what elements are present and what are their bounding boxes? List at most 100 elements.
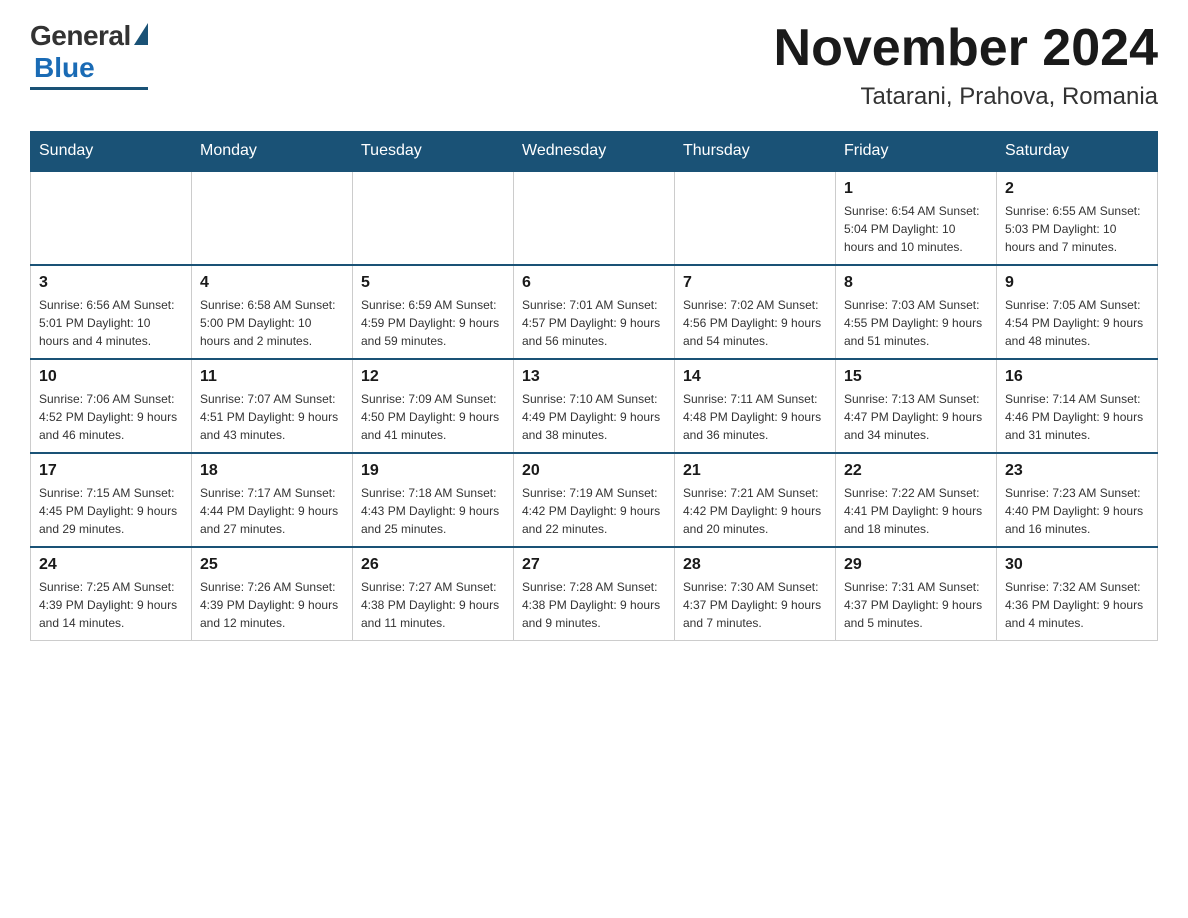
- calendar-cell: 23 Sunrise: 7:23 AM Sunset: 4:40 PM Dayli…: [997, 453, 1158, 547]
- day-info: Sunrise: 7:10 AM Sunset: 4:49 PM Dayligh…: [522, 390, 666, 444]
- calendar-cell: 21 Sunrise: 7:21 AM Sunset: 4:42 PM Dayli…: [675, 453, 836, 547]
- day-number: 10: [39, 368, 183, 386]
- calendar-cell: 22 Sunrise: 7:22 AM Sunset: 4:41 PM Dayli…: [836, 453, 997, 547]
- day-info: Sunrise: 7:07 AM Sunset: 4:51 PM Dayligh…: [200, 390, 344, 444]
- day-info: Sunrise: 6:59 AM Sunset: 4:59 PM Dayligh…: [361, 296, 505, 350]
- calendar-cell: 12Sunrise: 7:09 AM Sunset: 4:50 PM Dayli…: [353, 359, 514, 453]
- calendar-cell: 13 Sunrise: 7:10 AM Sunset: 4:49 PM Dayli…: [514, 359, 675, 453]
- calendar-header-tuesday: Tuesday: [353, 132, 514, 172]
- day-info: Sunrise: 7:28 AM Sunset: 4:38 PM Dayligh…: [522, 578, 666, 632]
- day-number: 21: [683, 462, 827, 480]
- calendar-cell: 18Sunrise: 7:17 AM Sunset: 4:44 PM Dayli…: [192, 453, 353, 547]
- calendar-cell: 25 Sunrise: 7:26 AM Sunset: 4:39 PM Dayli…: [192, 547, 353, 641]
- day-number: 2: [1005, 180, 1149, 198]
- day-number: 16: [1005, 368, 1149, 386]
- page-header: General Blue November 2024 Tatarani, Pra…: [30, 20, 1158, 111]
- calendar-header-monday: Monday: [192, 132, 353, 172]
- calendar-cell: 4 Sunrise: 6:58 AM Sunset: 5:00 PM Daylig…: [192, 265, 353, 359]
- day-info: Sunrise: 7:26 AM Sunset: 4:39 PM Dayligh…: [200, 578, 344, 632]
- calendar-cell: 8 Sunrise: 7:03 AM Sunset: 4:55 PM Daylig…: [836, 265, 997, 359]
- calendar-cell: 7Sunrise: 7:02 AM Sunset: 4:56 PM Daylig…: [675, 265, 836, 359]
- day-number: 30: [1005, 556, 1149, 574]
- day-number: 23: [1005, 462, 1149, 480]
- day-number: 4: [200, 274, 344, 292]
- day-number: 27: [522, 556, 666, 574]
- calendar-cell: [353, 171, 514, 265]
- day-number: 15: [844, 368, 988, 386]
- day-number: 8: [844, 274, 988, 292]
- calendar-cell: 9 Sunrise: 7:05 AM Sunset: 4:54 PM Daylig…: [997, 265, 1158, 359]
- calendar-cell: 2Sunrise: 6:55 AM Sunset: 5:03 PM Daylig…: [997, 171, 1158, 265]
- day-number: 26: [361, 556, 505, 574]
- calendar-cell: 28 Sunrise: 7:30 AM Sunset: 4:37 PM Dayli…: [675, 547, 836, 641]
- day-info: Sunrise: 7:15 AM Sunset: 4:45 PM Dayligh…: [39, 484, 183, 538]
- day-info: Sunrise: 7:30 AM Sunset: 4:37 PM Dayligh…: [683, 578, 827, 632]
- day-info: Sunrise: 7:22 AM Sunset: 4:41 PM Dayligh…: [844, 484, 988, 538]
- calendar-header-thursday: Thursday: [675, 132, 836, 172]
- day-info: Sunrise: 7:18 AM Sunset: 4:43 PM Dayligh…: [361, 484, 505, 538]
- day-info: Sunrise: 6:58 AM Sunset: 5:00 PM Dayligh…: [200, 296, 344, 350]
- day-info: Sunrise: 7:03 AM Sunset: 4:55 PM Dayligh…: [844, 296, 988, 350]
- day-number: 1: [844, 180, 988, 198]
- calendar-header-row: SundayMondayTuesdayWednesdayThursdayFrid…: [31, 132, 1158, 172]
- calendar-cell: 14Sunrise: 7:11 AM Sunset: 4:48 PM Dayli…: [675, 359, 836, 453]
- logo-triangle-icon: [134, 23, 148, 45]
- day-number: 13: [522, 368, 666, 386]
- day-info: Sunrise: 7:19 AM Sunset: 4:42 PM Dayligh…: [522, 484, 666, 538]
- day-info: Sunrise: 7:23 AM Sunset: 4:40 PM Dayligh…: [1005, 484, 1149, 538]
- calendar-cell: 6Sunrise: 7:01 AM Sunset: 4:57 PM Daylig…: [514, 265, 675, 359]
- calendar-cell: 17 Sunrise: 7:15 AM Sunset: 4:45 PM Dayli…: [31, 453, 192, 547]
- day-number: 9: [1005, 274, 1149, 292]
- logo-blue-text: Blue: [34, 52, 95, 84]
- day-info: Sunrise: 6:54 AM Sunset: 5:04 PM Dayligh…: [844, 202, 988, 256]
- day-number: 3: [39, 274, 183, 292]
- location-title: Tatarani, Prahova, Romania: [774, 83, 1158, 111]
- calendar-cell: 1 Sunrise: 6:54 AM Sunset: 5:04 PM Daylig…: [836, 171, 997, 265]
- logo-general-text: General: [30, 20, 131, 52]
- calendar-week-row: 24Sunrise: 7:25 AM Sunset: 4:39 PM Dayli…: [31, 547, 1158, 641]
- calendar-week-row: 1 Sunrise: 6:54 AM Sunset: 5:04 PM Daylig…: [31, 171, 1158, 265]
- calendar-cell: 10 Sunrise: 7:06 AM Sunset: 4:52 PM Dayli…: [31, 359, 192, 453]
- title-section: November 2024 Tatarani, Prahova, Romania: [774, 20, 1158, 111]
- day-number: 7: [683, 274, 827, 292]
- calendar-header-sunday: Sunday: [31, 132, 192, 172]
- day-number: 25: [200, 556, 344, 574]
- day-number: 29: [844, 556, 988, 574]
- day-info: Sunrise: 7:11 AM Sunset: 4:48 PM Dayligh…: [683, 390, 827, 444]
- calendar-cell: 20Sunrise: 7:19 AM Sunset: 4:42 PM Dayli…: [514, 453, 675, 547]
- calendar-cell: [31, 171, 192, 265]
- calendar-cell: [514, 171, 675, 265]
- day-number: 19: [361, 462, 505, 480]
- calendar-cell: 19 Sunrise: 7:18 AM Sunset: 4:43 PM Dayli…: [353, 453, 514, 547]
- day-number: 22: [844, 462, 988, 480]
- calendar-cell: 15 Sunrise: 7:13 AM Sunset: 4:47 PM Dayli…: [836, 359, 997, 453]
- calendar-cell: 26 Sunrise: 7:27 AM Sunset: 4:38 PM Dayli…: [353, 547, 514, 641]
- calendar-header-saturday: Saturday: [997, 132, 1158, 172]
- day-number: 18: [200, 462, 344, 480]
- day-info: Sunrise: 7:06 AM Sunset: 4:52 PM Dayligh…: [39, 390, 183, 444]
- calendar-week-row: 17 Sunrise: 7:15 AM Sunset: 4:45 PM Dayli…: [31, 453, 1158, 547]
- day-number: 17: [39, 462, 183, 480]
- logo: General Blue: [30, 20, 148, 90]
- day-info: Sunrise: 7:05 AM Sunset: 4:54 PM Dayligh…: [1005, 296, 1149, 350]
- day-info: Sunrise: 7:13 AM Sunset: 4:47 PM Dayligh…: [844, 390, 988, 444]
- month-title: November 2024: [774, 20, 1158, 77]
- calendar-table: SundayMondayTuesdayWednesdayThursdayFrid…: [30, 131, 1158, 641]
- day-info: Sunrise: 7:14 AM Sunset: 4:46 PM Dayligh…: [1005, 390, 1149, 444]
- calendar-cell: [192, 171, 353, 265]
- calendar-header-friday: Friday: [836, 132, 997, 172]
- day-info: Sunrise: 7:01 AM Sunset: 4:57 PM Dayligh…: [522, 296, 666, 350]
- day-number: 12: [361, 368, 505, 386]
- calendar-cell: 5 Sunrise: 6:59 AM Sunset: 4:59 PM Daylig…: [353, 265, 514, 359]
- calendar-cell: 3Sunrise: 6:56 AM Sunset: 5:01 PM Daylig…: [31, 265, 192, 359]
- day-number: 11: [200, 368, 344, 386]
- day-info: Sunrise: 7:25 AM Sunset: 4:39 PM Dayligh…: [39, 578, 183, 632]
- calendar-header-wednesday: Wednesday: [514, 132, 675, 172]
- day-info: Sunrise: 7:27 AM Sunset: 4:38 PM Dayligh…: [361, 578, 505, 632]
- day-number: 28: [683, 556, 827, 574]
- calendar-cell: 11 Sunrise: 7:07 AM Sunset: 4:51 PM Dayli…: [192, 359, 353, 453]
- calendar-week-row: 10 Sunrise: 7:06 AM Sunset: 4:52 PM Dayli…: [31, 359, 1158, 453]
- calendar-cell: 29Sunrise: 7:31 AM Sunset: 4:37 PM Dayli…: [836, 547, 997, 641]
- day-info: Sunrise: 7:21 AM Sunset: 4:42 PM Dayligh…: [683, 484, 827, 538]
- day-number: 5: [361, 274, 505, 292]
